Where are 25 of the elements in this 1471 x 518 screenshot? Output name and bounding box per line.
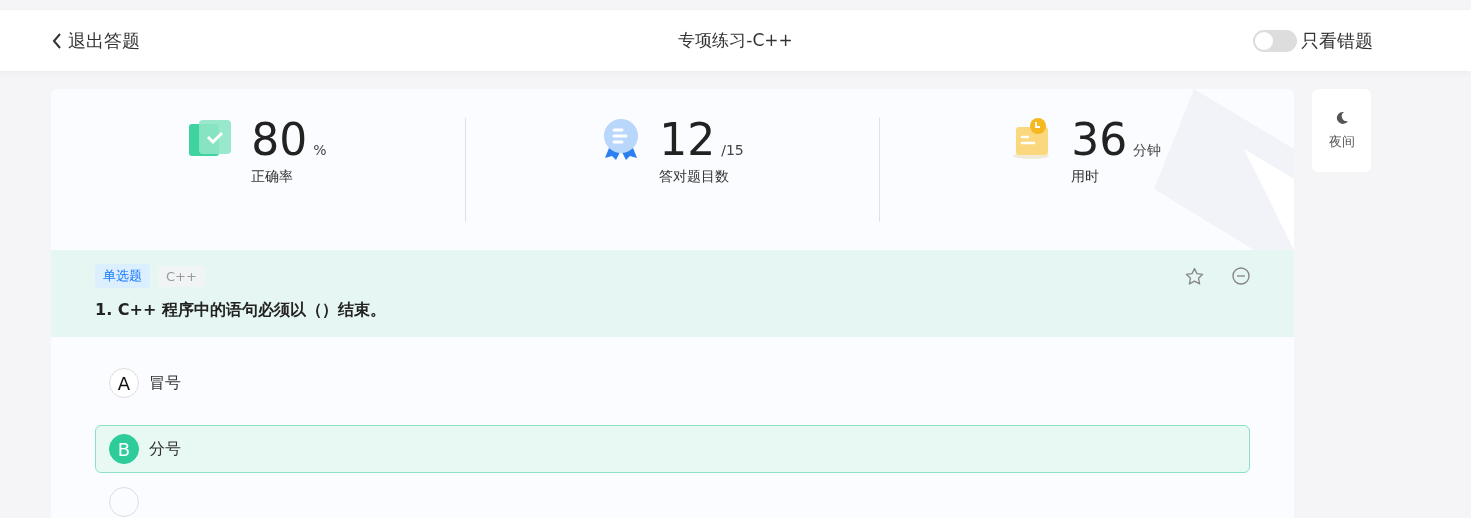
night-mode-button[interactable]: 夜间 <box>1312 89 1371 172</box>
star-icon <box>1185 266 1204 286</box>
remove-button[interactable] <box>1232 266 1250 286</box>
stat-label: 正确率 <box>251 167 294 186</box>
stat-value: 80 <box>251 117 308 162</box>
chevron-left-icon <box>52 32 62 49</box>
question-type-tag: 单选题 <box>95 264 150 288</box>
page-title: 专项练习-C++ <box>678 30 793 50</box>
stat-value: 12 <box>659 117 716 162</box>
stat-unit: % <box>313 141 327 158</box>
minus-circle-icon <box>1232 266 1250 285</box>
stat-unit: /15 <box>721 141 744 158</box>
subject-tag: C++ <box>158 265 205 287</box>
answer-option[interactable]: A 冒号 <box>95 359 1250 407</box>
stat-unit: 分钟 <box>1133 141 1162 160</box>
answer-option[interactable]: B 分号 <box>95 425 1250 473</box>
moon-icon <box>1334 110 1349 125</box>
favorite-button[interactable] <box>1185 266 1204 286</box>
question-text: 1. C++ 程序中的语句必须以（）结束。 <box>95 300 387 321</box>
stat-value: 36 <box>1071 117 1128 162</box>
stat-label: 用时 <box>1071 167 1100 186</box>
toggle-label: 只看错题 <box>1301 28 1373 53</box>
back-button[interactable]: 退出答题 <box>52 28 140 53</box>
toggle-switch[interactable] <box>1253 29 1297 52</box>
stat-label: 答对题目数 <box>659 167 730 186</box>
